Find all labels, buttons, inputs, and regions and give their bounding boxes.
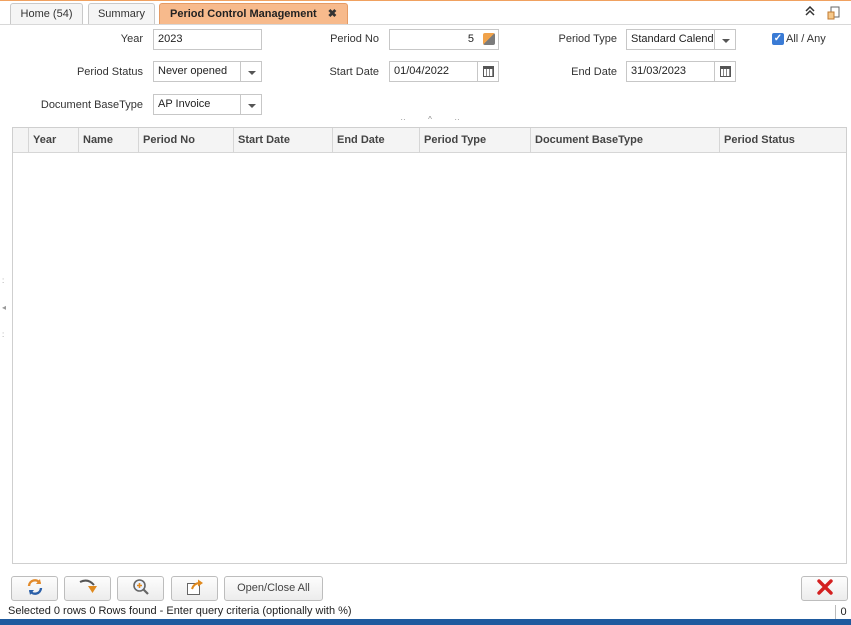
- down-arrow-icon: [78, 579, 98, 599]
- tab-home-label: Home (54): [20, 8, 73, 20]
- refresh-button[interactable]: [11, 576, 58, 601]
- splitter-collapse-icon[interactable]: ^: [426, 116, 434, 124]
- document-basetype-label: Document BaseType: [40, 99, 143, 111]
- column-header-document-basetype[interactable]: Document BaseType: [531, 128, 720, 152]
- status-message: Selected 0 rows 0 Rows found - Enter que…: [8, 605, 352, 617]
- column-header-end-date[interactable]: End Date: [333, 128, 420, 152]
- tab-close-icon[interactable]: ✖: [328, 8, 337, 20]
- period-type-dropdown-icon[interactable]: [714, 29, 736, 50]
- zoom-button[interactable]: [117, 576, 164, 601]
- document-basetype-select[interactable]: AP Invoice: [153, 94, 241, 115]
- zoom-icon: [132, 578, 150, 600]
- west-collapse-icon[interactable]: ◂: [2, 304, 7, 312]
- year-label: Year: [120, 33, 143, 45]
- export-button[interactable]: [171, 576, 218, 601]
- splitter-handle-right-icon[interactable]: ··: [453, 116, 461, 124]
- status-count: 0: [835, 605, 851, 619]
- tab-period-control-label: Period Control Management: [170, 8, 317, 20]
- export-icon: [186, 578, 204, 600]
- start-date-label: Start Date: [329, 66, 379, 78]
- start-date-field[interactable]: 01/04/2022: [389, 61, 478, 82]
- column-header-year[interactable]: Year: [29, 128, 79, 152]
- period-status-label: Period Status: [76, 66, 143, 78]
- all-any-checkbox[interactable]: ✓: [772, 33, 784, 45]
- results-grid[interactable]: Year Name Period No Start Date End Date …: [12, 127, 847, 564]
- column-header-period-type[interactable]: Period Type: [420, 128, 531, 152]
- window-menu-icon[interactable]: [827, 6, 841, 20]
- all-any-label: All / Any: [786, 33, 826, 45]
- tab-home[interactable]: Home (54): [10, 3, 83, 25]
- period-status-dropdown-icon[interactable]: [240, 61, 262, 82]
- tab-period-control-management[interactable]: Period Control Management ✖: [159, 3, 348, 25]
- west-splitter-icon[interactable]: :: [2, 277, 7, 285]
- taskbar-strip: [0, 619, 851, 625]
- grid-select-column[interactable]: [13, 128, 29, 152]
- splitter-handle-left-icon[interactable]: ··: [399, 116, 407, 124]
- collapse-up-icon[interactable]: [803, 5, 817, 20]
- number-stepper-icon[interactable]: [483, 33, 495, 45]
- cancel-button[interactable]: [801, 576, 848, 601]
- west-splitter-icon-2[interactable]: :: [2, 331, 7, 339]
- top-accent-line: [0, 0, 851, 1]
- tab-summary[interactable]: Summary: [88, 3, 155, 25]
- column-header-name[interactable]: Name: [79, 128, 139, 152]
- tab-summary-label: Summary: [97, 8, 146, 20]
- cancel-icon: [816, 578, 833, 599]
- grid-header: Year Name Period No Start Date End Date …: [13, 128, 846, 153]
- column-header-period-status[interactable]: Period Status: [720, 128, 846, 152]
- period-status-select[interactable]: Never opened: [153, 61, 241, 82]
- start-date-calendar-icon[interactable]: [477, 61, 499, 82]
- end-date-field[interactable]: 31/03/2023: [626, 61, 715, 82]
- end-date-calendar-icon[interactable]: [714, 61, 736, 82]
- column-header-start-date[interactable]: Start Date: [234, 128, 333, 152]
- refresh-icon: [25, 578, 45, 600]
- next-down-button[interactable]: [64, 576, 111, 601]
- tabbar-divider: [0, 24, 851, 25]
- period-type-select[interactable]: Standard Calend: [626, 29, 715, 50]
- column-header-period-no[interactable]: Period No: [139, 128, 234, 152]
- document-basetype-dropdown-icon[interactable]: [240, 94, 262, 115]
- period-no-label: Period No: [330, 33, 379, 45]
- year-field[interactable]: 2023: [153, 29, 262, 50]
- end-date-label: End Date: [571, 66, 617, 78]
- period-type-label: Period Type: [558, 33, 617, 45]
- open-close-all-button[interactable]: Open/Close All: [224, 576, 323, 601]
